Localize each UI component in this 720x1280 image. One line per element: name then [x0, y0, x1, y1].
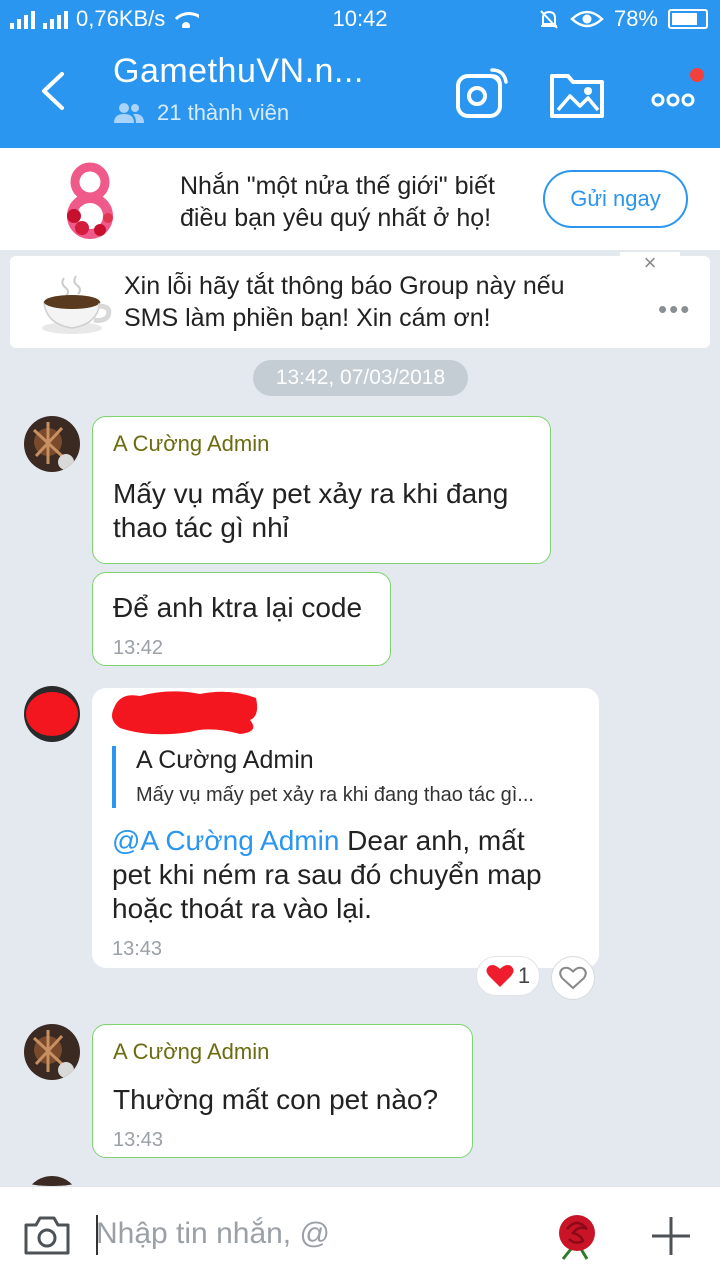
mention-link[interactable]: @A Cường Admin [112, 825, 339, 856]
redacted-sender-name [112, 691, 258, 735]
coffee-cup-icon [42, 275, 112, 334]
group-notice-card: × Xin lỗi hãy tắt thông báo Group này nế… [10, 252, 710, 348]
message-line: Mấy vụ mấy pet xảy ra khi đang [113, 478, 509, 509]
message-text: @A Cường Admin Dear anh, mất pet khi ném… [112, 824, 542, 926]
gallery-folder-icon[interactable] [548, 64, 608, 124]
quote-bar [112, 746, 116, 808]
message-time: 13:43 [113, 1129, 164, 1151]
message-line: @A Cường Admin Dear anh, mất [112, 824, 542, 858]
camera-live-icon[interactable] [452, 64, 512, 124]
camera-icon[interactable] [22, 1213, 72, 1257]
sender-name[interactable]: A Cường Admin [113, 431, 269, 457]
reaction-count: 1 [517, 963, 531, 988]
promo-text: Nhắn "một nửa thế giới" biết điều bạn yê… [180, 170, 495, 234]
avatar[interactable] [24, 686, 80, 742]
react-button[interactable] [551, 956, 595, 1000]
battery-icon [668, 9, 708, 29]
member-count[interactable]: 21 thành viên [113, 100, 289, 126]
status-right: 78% [538, 6, 708, 32]
back-icon[interactable] [30, 66, 80, 116]
chat-header: GamethuVN.n... 21 thành viên [0, 36, 720, 148]
group-title[interactable]: GamethuVN.n... [113, 52, 364, 91]
notice-close-icon[interactable]: × [620, 252, 680, 276]
admin-avatar-image [24, 1024, 80, 1080]
date-separator: 13:42, 07/03/2018 [253, 360, 468, 396]
message-fragment: Dear anh, mất [339, 825, 525, 856]
message-line: hoặc thoát ra vào lại. [112, 893, 372, 924]
notice-line-1: Xin lỗi hãy tắt thông báo Group này nếu [124, 272, 565, 300]
message-text: Thường mất con pet nào? [113, 1084, 439, 1115]
quoted-text[interactable]: Mấy vụ mấy pet xảy ra khi đang thao tác … [136, 784, 534, 807]
redacted-avatar-image [24, 686, 80, 742]
message-input[interactable] [96, 1211, 536, 1257]
admin-avatar-image [24, 416, 80, 472]
message-text: Mấy vụ mấy pet xảy ra khi đang thao tác … [113, 477, 508, 545]
avatar [24, 1176, 80, 1186]
avatar[interactable] [24, 1024, 80, 1080]
mute-bell-icon [540, 10, 558, 29]
plus-icon[interactable] [648, 1213, 694, 1259]
message-bubble[interactable]: A Cường Admin Thường mất con pet nào? 13… [92, 1024, 473, 1158]
battery-percent: 78% [613, 6, 658, 31]
promo-line-2: điều bạn yêu quý nhất ở họ! [180, 204, 492, 232]
promo-line-1: Nhắn "một nửa thế giới" biết [180, 172, 495, 200]
message-text: Để anh ktra lại code [113, 592, 363, 623]
send-now-button[interactable]: Gửi ngay [543, 170, 688, 228]
sender-name[interactable]: A Cường Admin [113, 1039, 269, 1065]
message-line: thao tác gì nhỉ [113, 512, 289, 543]
notification-dot [690, 68, 704, 82]
rose-sticker-icon[interactable] [553, 1209, 601, 1261]
message-line: pet khi ném ra sau đó chuyển map [112, 859, 542, 890]
quoted-sender[interactable]: A Cường Admin [136, 746, 314, 775]
notice-line-2: SMS làm phiền bạn! Xin cám ơn! [124, 304, 491, 332]
womens-day-eight-icon [67, 162, 113, 239]
member-count-label: 21 thành viên [157, 100, 290, 125]
message-bubble[interactable]: Để anh ktra lại code 13:42 [92, 572, 391, 666]
message-bubble[interactable]: A Cường Admin Mấy vụ mấy pet xảy ra khi … [92, 416, 551, 564]
message-bubble[interactable]: A Cường Admin Mấy vụ mấy pet xảy ra khi … [92, 688, 599, 968]
eye-icon [570, 10, 604, 28]
message-time: 13:43 [112, 938, 163, 960]
promo-banner: Nhắn "một nửa thế giới" biết điều bạn yê… [0, 148, 720, 250]
message-input-bar [0, 1186, 720, 1280]
notice-text: Xin lỗi hãy tắt thông báo Group này nếu … [124, 270, 565, 334]
members-icon [114, 103, 144, 123]
avatar[interactable] [24, 416, 80, 472]
status-bar: 0,76KB/s 10:42 78% [0, 0, 720, 36]
notice-more-icon[interactable]: ••• [658, 294, 691, 325]
heart-outline-icon [559, 966, 587, 990]
message-time: 13:42 [113, 637, 164, 659]
heart-icon [486, 965, 514, 987]
heart-reaction-badge[interactable]: 1 [476, 956, 540, 996]
